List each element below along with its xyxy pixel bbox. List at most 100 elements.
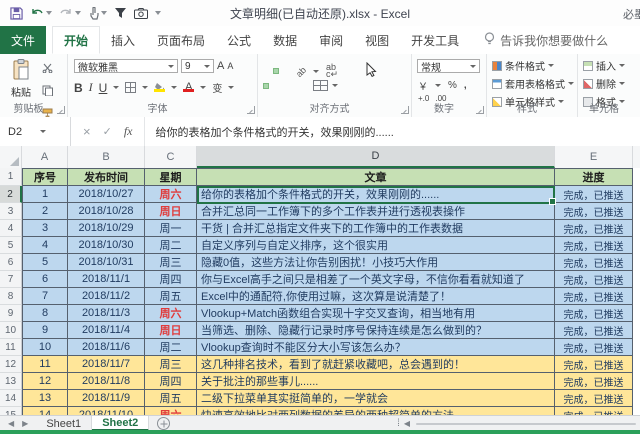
cell-date[interactable]: 2018/10/27 [68,186,145,203]
column-header-B[interactable]: B [68,146,145,168]
cell-day[interactable]: 周五 [145,390,197,407]
align-center-button[interactable] [273,83,279,89]
row-header-1[interactable]: 1 [0,168,22,186]
table-header-cell[interactable]: 进度 [555,168,633,186]
sheet-tab-Sheet1[interactable]: Sheet1 [36,416,92,431]
tab-开发工具[interactable]: 开发工具 [400,26,470,54]
tab-file[interactable]: 文件 [0,26,46,54]
cell-num[interactable]: 9 [22,322,68,339]
column-header-E[interactable]: E [555,146,633,168]
cell-num[interactable]: 3 [22,220,68,237]
cell-num[interactable]: 10 [22,339,68,356]
column-header-C[interactable]: C [145,146,197,168]
cell-status[interactable]: 完成，已推送 [555,237,633,254]
align-left-button[interactable] [263,83,269,89]
cell-num[interactable]: 5 [22,254,68,271]
cell-status[interactable]: 完成，已推送 [555,254,633,271]
cell-article[interactable]: 二级下拉菜单其实挺简单的，一学就会 [197,390,555,407]
merge-dropdown-icon[interactable] [332,84,338,87]
cell-date[interactable]: 2018/10/30 [68,237,145,254]
row-header-14[interactable]: 14 [0,390,22,407]
touch-mode-dropdown-icon[interactable] [101,11,107,15]
cell-article[interactable]: 关于批注的那些事儿...... [197,373,555,390]
cell-status[interactable]: 完成，已推送 [555,186,633,203]
tab-开始[interactable]: 开始 [52,26,100,54]
row-header-7[interactable]: 7 [0,271,22,288]
cell-status[interactable]: 完成，已推送 [555,373,633,390]
decrease-indent-icon[interactable] [293,83,299,89]
menu-item-删除[interactable]: 删除 [583,76,625,91]
cell-status[interactable]: 完成，已推送 [555,203,633,220]
cell-date[interactable]: 2018/11/2 [68,288,145,305]
insert-function-icon[interactable]: fx [124,124,133,139]
cell-article[interactable]: 快速高效地比对两列数据的差异的两种超简单的方法 [197,407,555,415]
font-color-dropdown-icon[interactable] [200,86,206,89]
font-size-select[interactable]: 9 [181,59,214,73]
select-all-button[interactable] [0,146,22,168]
redo-button[interactable] [59,7,81,19]
bold-button[interactable]: B [74,81,83,95]
cell-day[interactable]: 周日 [145,203,197,220]
row-header-5[interactable]: 5 [0,237,22,254]
cell-day[interactable]: 周六 [145,186,197,203]
menu-item-插入[interactable]: 插入 [583,58,625,73]
cell-article[interactable]: 你与Excel高手之间只是相差了一个英文字母，不信你看看就知道了 [197,271,555,288]
wrap-text-button[interactable]: abc↵ [323,61,341,81]
camera-icon[interactable] [134,8,148,19]
cell-num[interactable]: 2 [22,203,68,220]
cell-day[interactable]: 周三 [145,356,197,373]
cell-day[interactable]: 周六 [145,305,197,322]
table-header-cell[interactable]: 发布时间 [68,168,145,186]
cell-day[interactable]: 周六 [145,407,197,415]
cell-num[interactable]: 12 [22,373,68,390]
increase-indent-icon[interactable] [303,83,309,89]
row-header-9[interactable]: 9 [0,305,22,322]
underline-button[interactable]: U [99,81,108,95]
cancel-icon[interactable]: × [83,124,91,139]
cell-status[interactable]: 完成，已推送 [555,305,633,322]
cell-day[interactable]: 周四 [145,271,197,288]
cell-day[interactable]: 周一 [145,220,197,237]
align-bottom-button[interactable] [283,68,289,74]
table-header-cell[interactable]: 序号 [22,168,68,186]
phonetic-guide-button[interactable]: 变 [212,80,222,95]
cell-status[interactable]: 完成，已推送 [555,322,633,339]
comma-style-button[interactable]: , [464,80,467,91]
sheet-tab-Sheet2[interactable]: Sheet2 [92,416,149,431]
number-dialog-launcher-icon[interactable] [476,106,484,114]
number-format-select[interactable]: 常规 [417,59,480,73]
customize-qat-icon[interactable] [155,11,161,15]
cell-num[interactable]: 7 [22,288,68,305]
hscroll-left-icon[interactable]: ◀ [404,419,410,428]
tell-me-box[interactable]: 告诉我你想要做什么 [484,26,608,54]
cell-article[interactable]: 这几种排名技术，看到了就赶紧收藏吧，总会遇到的！ [197,356,555,373]
borders-dropdown-icon[interactable] [142,86,148,89]
fill-color-dropdown-icon[interactable] [171,86,177,89]
save-icon[interactable] [10,7,23,20]
fill-color-button[interactable] [154,83,165,92]
cell-day[interactable]: 周日 [145,322,197,339]
merge-center-icon[interactable] [313,80,328,91]
cell-day[interactable]: 周二 [145,339,197,356]
cell-date[interactable]: 2018/11/6 [68,339,145,356]
cell-date[interactable]: 2018/10/31 [68,254,145,271]
formula-content[interactable]: 给你的表格加个条件格式的开关，效果刚刚的...... [145,117,393,146]
font-color-button[interactable]: A [183,83,194,92]
accounting-dropdown-icon[interactable] [435,84,441,87]
add-sheet-icon[interactable] [157,417,170,430]
cell-day[interactable]: 周四 [145,373,197,390]
cell-article[interactable]: Vlookup查询时不能区分大小写该怎么办？ [197,339,555,356]
touch-mode-button[interactable] [88,7,107,20]
cell-date[interactable]: 2018/11/4 [68,322,145,339]
table-header-cell[interactable]: 文章 [197,168,555,186]
sheet-nav-right-icon[interactable]: ▶ [22,419,28,428]
cell-article[interactable]: 隐藏0值，这些方法让你告别困扰！小技巧大作用 [197,254,555,271]
cell-status[interactable]: 完成，已推送 [555,407,633,415]
tab-页面布局[interactable]: 页面布局 [146,26,216,54]
cell-article[interactable]: Vlookup+Match函数组合实现十字交叉查询，相当地有用 [197,305,555,322]
row-header-6[interactable]: 6 [0,254,22,271]
cut-icon[interactable] [42,60,53,78]
font-name-select[interactable]: 微软雅黑 [74,59,178,73]
cell-num[interactable]: 14 [22,407,68,415]
name-box[interactable]: D2 [0,117,71,146]
